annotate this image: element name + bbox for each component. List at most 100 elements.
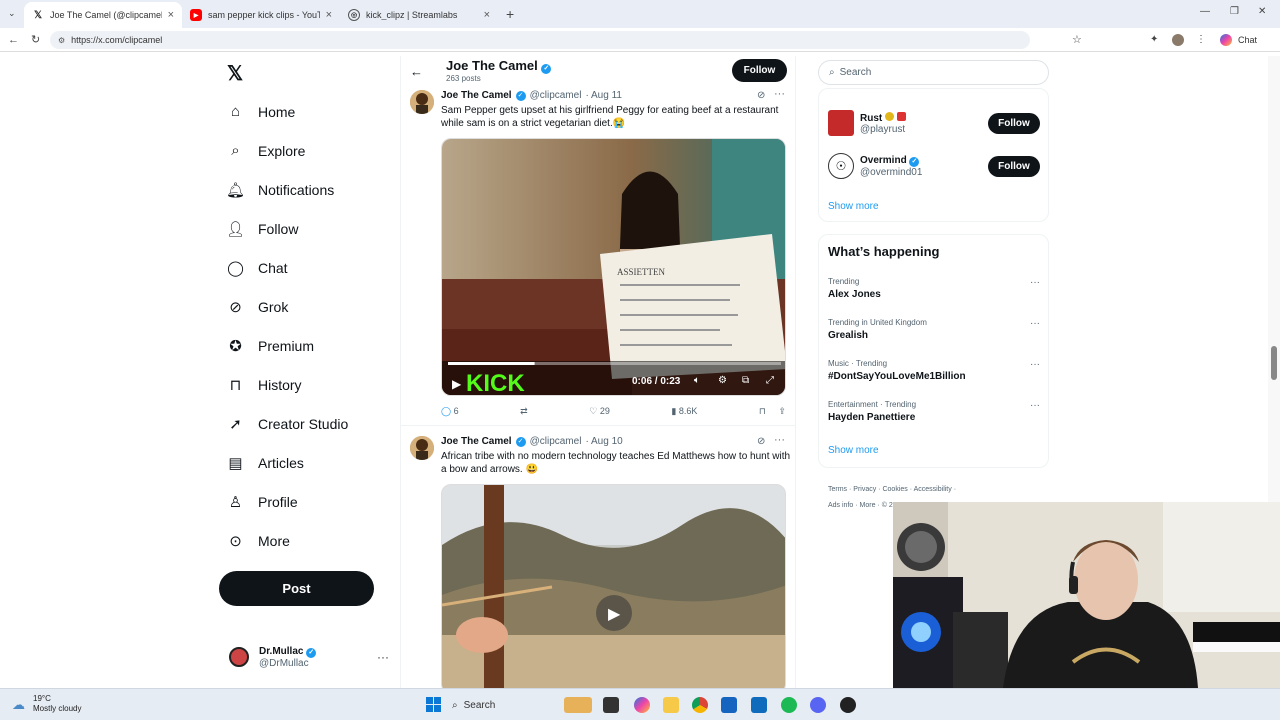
task-view-icon[interactable]: [603, 697, 619, 713]
maximize-icon[interactable]: ❐: [1230, 6, 1239, 17]
footer-link[interactable]: Ads info: [828, 502, 853, 509]
outlook-icon[interactable]: [751, 697, 767, 713]
tweet-handle[interactable]: @clipcamel: [530, 90, 582, 101]
footer-link[interactable]: More: [860, 502, 876, 509]
search-input[interactable]: ⌕ Search: [818, 60, 1049, 85]
follow-suggestion[interactable]: ☉ Overmind ✓ @overmind01 Follow: [828, 153, 1040, 179]
address-bar[interactable]: ⚙ https://x.com/clipcamel: [50, 31, 1030, 49]
video-player[interactable]: ASSIETTEN ▶ KICK 0:06 / 0:23 🔈︎ ⚙ ⧉ ⤢: [441, 138, 786, 396]
weather-icon[interactable]: ☁: [12, 697, 25, 713]
bookmark-icon[interactable]: ⊓: [759, 406, 766, 416]
tab-list-chevron-icon[interactable]: ⌄: [8, 8, 16, 19]
trend-item[interactable]: Entertainment · Trending Hayden Panettie…: [828, 400, 1040, 423]
views-button[interactable]: ▮ 8.6K: [671, 406, 697, 417]
windows-start-icon[interactable]: [426, 697, 441, 712]
tweet[interactable]: Joe The Camel ✓ @clipcamel · Aug 10 ⊘ ··…: [401, 434, 795, 688]
pip-icon[interactable]: ⧉: [742, 375, 749, 386]
account-switcher[interactable]: Dr.Mullac ✓ @DrMullac ···: [229, 642, 389, 672]
tweet-date[interactable]: · Aug 10: [585, 436, 622, 447]
fullscreen-icon[interactable]: ⤢: [766, 375, 774, 386]
footer-link[interactable]: Accessibility: [914, 486, 952, 493]
chat-button-label[interactable]: Chat: [1238, 35, 1257, 45]
follow-button[interactable]: Follow: [988, 112, 1040, 134]
play-icon[interactable]: ▶: [608, 606, 621, 623]
like-button[interactable]: ♡ 29: [589, 406, 610, 417]
nav-home[interactable]: ⌂ Home: [219, 92, 389, 131]
play-icon[interactable]: ▶: [452, 377, 462, 391]
nav-more[interactable]: ⊙ More: [219, 521, 389, 560]
more-dots-icon[interactable]: ···: [1030, 359, 1040, 370]
back-icon[interactable]: ←: [8, 34, 19, 46]
nav-history[interactable]: ⊓ History: [219, 365, 389, 404]
reload-icon[interactable]: ↻: [31, 33, 40, 46]
search-highlight-icon[interactable]: [564, 697, 592, 713]
tab-youtube[interactable]: ▶ sam pepper kick clips - YouTube ×: [182, 2, 340, 28]
new-tab-icon[interactable]: +: [506, 6, 514, 22]
tweet-handle[interactable]: @clipcamel: [530, 436, 582, 447]
footer-link[interactable]: Cookies: [882, 486, 907, 493]
nav-premium[interactable]: ✪ Premium: [219, 326, 389, 365]
nav-grok[interactable]: ⊘ Grok: [219, 287, 389, 326]
weather-widget[interactable]: 19°C Mostly cloudy: [33, 694, 81, 714]
more-dots-icon[interactable]: ···: [1030, 318, 1040, 329]
nav-profile[interactable]: ♙ Profile: [219, 482, 389, 521]
settings-icon[interactable]: ⚙: [718, 375, 727, 386]
spotify-icon[interactable]: [781, 697, 797, 713]
store-icon[interactable]: [721, 697, 737, 713]
browser-menu-icon[interactable]: ⋮: [1196, 34, 1206, 45]
site-info-icon[interactable]: ⚙: [58, 36, 65, 45]
window-close-icon[interactable]: ✕: [1258, 6, 1266, 17]
show-more-link[interactable]: Show more: [828, 445, 879, 456]
more-dots-icon[interactable]: ···: [377, 650, 389, 664]
x-logo-icon[interactable]: 𝕏: [227, 61, 243, 86]
tweet-author-name[interactable]: Joe The Camel: [441, 436, 512, 447]
nav-explore[interactable]: ⌕ Explore: [219, 131, 389, 170]
post-button[interactable]: Post: [219, 571, 374, 606]
video-player[interactable]: ▶: [441, 484, 786, 688]
trend-item[interactable]: Trending in United Kingdom Grealish ···: [828, 318, 1040, 341]
tab-streamlabs[interactable]: ◎ kick_clipz | Streamlabs ×: [340, 2, 498, 28]
tweet[interactable]: Joe The Camel ✓ @clipcamel · Aug 11 ⊘ ··…: [401, 88, 795, 426]
trend-item[interactable]: Music · Trending #DontSayYouLoveMe1Billi…: [828, 359, 1040, 382]
more-dots-icon[interactable]: ···: [774, 88, 785, 100]
trend-item[interactable]: Trending Alex Jones ···: [828, 277, 1040, 300]
file-explorer-icon[interactable]: [663, 697, 679, 713]
tab-x-profile[interactable]: 𝕏 Joe The Camel (@clipcamel) / X ×: [24, 2, 182, 28]
show-more-link[interactable]: Show more: [828, 201, 879, 212]
discord-icon[interactable]: [810, 697, 826, 713]
back-arrow-icon[interactable]: ←: [410, 64, 423, 79]
tweet-date[interactable]: · Aug 11: [585, 90, 622, 101]
close-icon[interactable]: ×: [326, 9, 332, 21]
nav-follow[interactable]: 👤︎ Follow: [219, 209, 389, 248]
tweet-author-name[interactable]: Joe The Camel: [441, 90, 512, 101]
taskbar-search[interactable]: ⌕ Search: [452, 694, 552, 716]
footer-link[interactable]: Privacy: [853, 486, 876, 493]
profile-avatar[interactable]: [1172, 33, 1184, 46]
retweet-button[interactable]: ⇄: [520, 406, 528, 417]
minimize-icon[interactable]: —: [1200, 6, 1210, 17]
more-dots-icon[interactable]: ···: [1030, 277, 1040, 288]
more-dots-icon[interactable]: ···: [774, 434, 785, 446]
nav-notifications[interactable]: 🔔︎ Notifications: [219, 170, 389, 209]
follow-button[interactable]: Follow: [732, 59, 787, 82]
follow-suggestion[interactable]: Rust @playrust Follow: [828, 110, 1040, 136]
more-dots-icon[interactable]: ···: [1030, 400, 1040, 411]
nav-articles[interactable]: ▤ Articles: [219, 443, 389, 482]
nav-creator-studio[interactable]: ➚ Creator Studio: [219, 404, 389, 443]
follow-button[interactable]: Follow: [988, 155, 1040, 177]
close-icon[interactable]: ×: [168, 9, 174, 21]
obs-icon[interactable]: [840, 697, 856, 713]
extensions-icon[interactable]: ✦: [1150, 34, 1158, 45]
scrollbar-thumb[interactable]: [1271, 346, 1277, 380]
star-icon[interactable]: ☆: [1072, 33, 1082, 46]
nav-chat[interactable]: ◯ Chat: [219, 248, 389, 287]
chrome-icon[interactable]: [692, 697, 708, 713]
grok-icon[interactable]: ⊘: [757, 90, 765, 101]
copilot-icon[interactable]: [1220, 33, 1232, 46]
footer-link[interactable]: Terms: [828, 486, 847, 493]
reply-button[interactable]: ◯ 6: [441, 406, 459, 417]
close-icon[interactable]: ×: [484, 9, 490, 21]
volume-icon[interactable]: 🔈︎: [694, 375, 700, 386]
share-icon[interactable]: ⇪: [778, 406, 786, 416]
copilot-icon[interactable]: [634, 697, 650, 713]
